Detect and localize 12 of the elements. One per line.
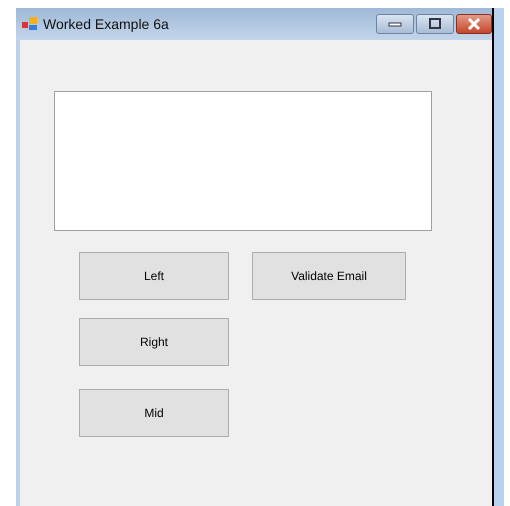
form-button[interactable]: Mid <box>79 389 229 437</box>
maximize-icon <box>428 18 442 30</box>
maximize-button[interactable] <box>416 14 454 34</box>
minimize-button[interactable] <box>376 14 414 34</box>
form-button[interactable]: Validate Email <box>252 252 406 300</box>
close-button[interactable] <box>456 14 492 34</box>
minimize-icon <box>388 21 402 27</box>
close-icon <box>466 18 482 30</box>
form-button[interactable]: Left <box>79 252 229 300</box>
app-icon <box>22 17 38 31</box>
form-button[interactable]: Right <box>79 318 229 366</box>
window-title: Worked Example 6a <box>43 16 169 32</box>
